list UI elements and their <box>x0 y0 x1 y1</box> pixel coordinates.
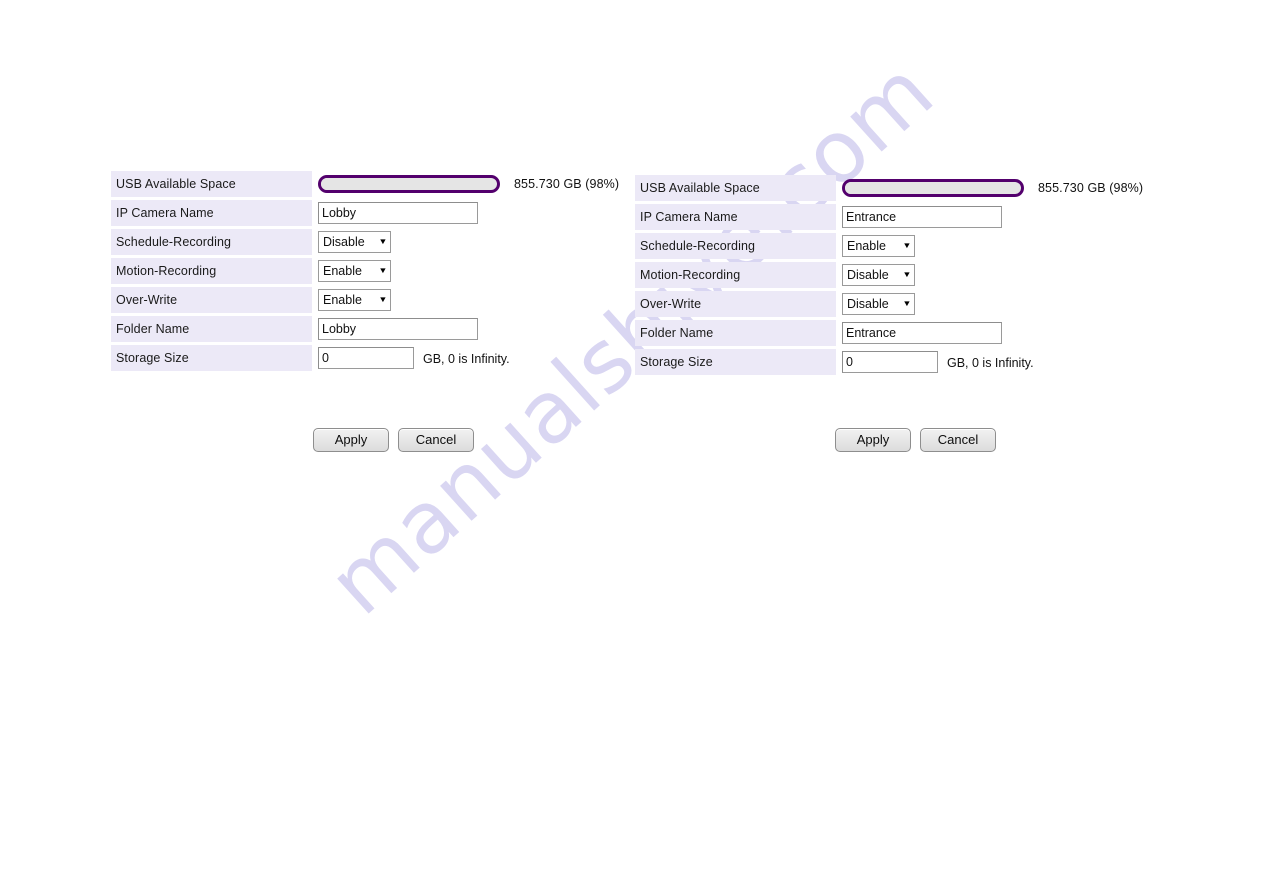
over-write-select[interactable]: Disable ▼ <box>842 293 915 315</box>
usb-space-progress-fill <box>845 182 1018 194</box>
value-folder-name <box>836 320 1143 346</box>
label-folder-name: Folder Name <box>111 316 312 342</box>
chevron-down-icon: ▼ <box>902 299 912 308</box>
value-ip-camera-name <box>836 204 1143 230</box>
over-write-selected-value: Disable <box>847 297 889 311</box>
value-over-write: Enable ▼ <box>312 287 619 313</box>
chevron-down-icon: ▼ <box>378 266 388 275</box>
value-schedule-recording: Disable ▼ <box>312 229 619 255</box>
label-schedule-recording: Schedule-Recording <box>111 229 312 255</box>
form-actions-left: Apply Cancel <box>313 428 474 452</box>
cancel-button[interactable]: Cancel <box>920 428 996 452</box>
value-over-write: Disable ▼ <box>836 291 1143 317</box>
usb-space-text: 855.730 GB (98%) <box>514 177 620 191</box>
storage-size-input[interactable] <box>318 347 414 369</box>
table-row-schedule-recording: Schedule-Recording Disable ▼ <box>111 229 619 255</box>
table-row-schedule-recording: Schedule-Recording Enable ▼ <box>635 233 1143 259</box>
table-row-usb-available-space: USB Available Space 855.730 GB (98%) <box>635 175 1143 201</box>
label-motion-recording: Motion-Recording <box>111 258 312 284</box>
label-motion-recording: Motion-Recording <box>635 262 836 288</box>
value-schedule-recording: Enable ▼ <box>836 233 1143 259</box>
chevron-down-icon: ▼ <box>378 295 388 304</box>
camera-settings-panel-right: USB Available Space 855.730 GB (98%) IP … <box>635 172 1143 378</box>
storage-size-hint: GB, 0 is Infinity. <box>947 355 1034 370</box>
cancel-button[interactable]: Cancel <box>398 428 474 452</box>
value-motion-recording: Enable ▼ <box>312 258 619 284</box>
table-row-motion-recording: Motion-Recording Disable ▼ <box>635 262 1143 288</box>
over-write-select[interactable]: Enable ▼ <box>318 289 391 311</box>
apply-button[interactable]: Apply <box>313 428 389 452</box>
motion-recording-selected-value: Disable <box>847 268 889 282</box>
schedule-recording-selected-value: Disable <box>323 235 365 249</box>
table-row-folder-name: Folder Name <box>635 320 1143 346</box>
label-storage-size: Storage Size <box>111 345 312 371</box>
label-storage-size: Storage Size <box>635 349 836 375</box>
schedule-recording-select[interactable]: Enable ▼ <box>842 235 915 257</box>
schedule-recording-select[interactable]: Disable ▼ <box>318 231 391 253</box>
folder-name-input[interactable] <box>318 318 478 340</box>
schedule-recording-selected-value: Enable <box>847 239 886 253</box>
table-row-over-write: Over-Write Enable ▼ <box>111 287 619 313</box>
value-usb-available-space: 855.730 GB (98%) <box>312 171 619 197</box>
camera-settings-panel-left: USB Available Space 855.730 GB (98%) IP … <box>111 168 619 374</box>
table-row-storage-size: Storage Size GB, 0 is Infinity. <box>111 345 619 371</box>
table-row-ip-camera-name: IP Camera Name <box>635 204 1143 230</box>
label-over-write: Over-Write <box>635 291 836 317</box>
value-storage-size: GB, 0 is Infinity. <box>836 349 1143 375</box>
usb-space-progress-fill <box>321 178 494 190</box>
form-actions-right: Apply Cancel <box>835 428 996 452</box>
label-ip-camera-name: IP Camera Name <box>635 204 836 230</box>
value-storage-size: GB, 0 is Infinity. <box>312 345 619 371</box>
table-row-folder-name: Folder Name <box>111 316 619 342</box>
table-row-usb-available-space: USB Available Space 855.730 GB (98%) <box>111 171 619 197</box>
value-usb-available-space: 855.730 GB (98%) <box>836 175 1143 201</box>
usb-space-progress-bar <box>842 179 1024 197</box>
table-row-ip-camera-name: IP Camera Name <box>111 200 619 226</box>
value-ip-camera-name <box>312 200 619 226</box>
label-schedule-recording: Schedule-Recording <box>635 233 836 259</box>
label-usb-available-space: USB Available Space <box>635 175 836 201</box>
table-row-over-write: Over-Write Disable ▼ <box>635 291 1143 317</box>
over-write-selected-value: Enable <box>323 293 362 307</box>
storage-size-input[interactable] <box>842 351 938 373</box>
folder-name-input[interactable] <box>842 322 1002 344</box>
label-over-write: Over-Write <box>111 287 312 313</box>
motion-recording-selected-value: Enable <box>323 264 362 278</box>
label-ip-camera-name: IP Camera Name <box>111 200 312 226</box>
value-motion-recording: Disable ▼ <box>836 262 1143 288</box>
label-usb-available-space: USB Available Space <box>111 171 312 197</box>
storage-size-hint: GB, 0 is Infinity. <box>423 351 510 366</box>
apply-button[interactable]: Apply <box>835 428 911 452</box>
ip-camera-name-input[interactable] <box>842 206 1002 228</box>
table-row-storage-size: Storage Size GB, 0 is Infinity. <box>635 349 1143 375</box>
ip-camera-name-input[interactable] <box>318 202 478 224</box>
motion-recording-select[interactable]: Disable ▼ <box>842 264 915 286</box>
value-folder-name <box>312 316 619 342</box>
chevron-down-icon: ▼ <box>378 237 388 246</box>
page-watermark: manualshive.com <box>0 0 1263 893</box>
settings-table: USB Available Space 855.730 GB (98%) IP … <box>635 172 1143 378</box>
label-folder-name: Folder Name <box>635 320 836 346</box>
chevron-down-icon: ▼ <box>902 241 912 250</box>
settings-table: USB Available Space 855.730 GB (98%) IP … <box>111 168 619 374</box>
table-row-motion-recording: Motion-Recording Enable ▼ <box>111 258 619 284</box>
chevron-down-icon: ▼ <box>902 270 912 279</box>
usb-space-progress-bar <box>318 175 500 193</box>
motion-recording-select[interactable]: Enable ▼ <box>318 260 391 282</box>
usb-space-text: 855.730 GB (98%) <box>1038 181 1144 195</box>
